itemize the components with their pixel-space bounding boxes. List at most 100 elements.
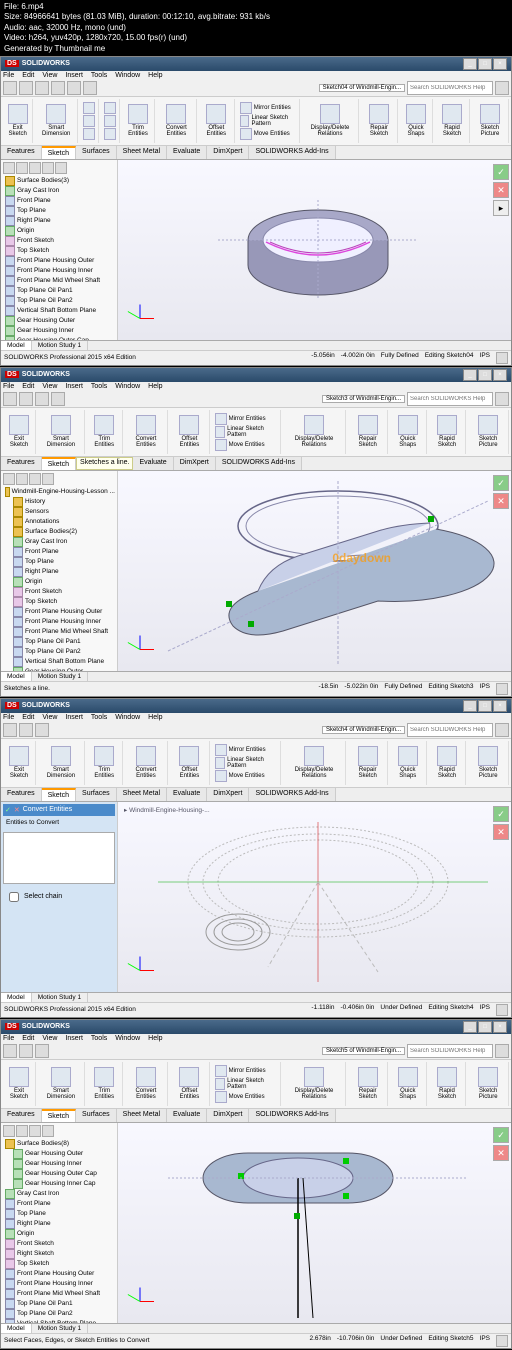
tree-icon[interactable] xyxy=(3,1125,15,1137)
tab-model[interactable]: Model xyxy=(1,341,32,350)
menu-tools[interactable]: Tools xyxy=(91,72,107,79)
tree-node[interactable]: Top Sketch xyxy=(3,246,115,256)
tab-motion[interactable]: Motion Study 1 xyxy=(32,672,88,681)
tree-node[interactable]: Front Plane xyxy=(3,1199,115,1209)
menu-insert[interactable]: Insert xyxy=(65,72,83,79)
tree-node[interactable]: Top Plane Oil Pan2 xyxy=(3,296,115,306)
tab-features[interactable]: Features xyxy=(1,1109,42,1122)
titlebar[interactable]: DS SOLIDWORKS _□× xyxy=(1,1020,511,1034)
search-input[interactable] xyxy=(407,1044,493,1058)
tree-node[interactable]: Surface Bodies(2) xyxy=(3,527,115,537)
tree-node[interactable]: Annotations xyxy=(3,517,115,527)
cancel-icon[interactable]: ✕ xyxy=(493,493,509,509)
menu-view[interactable]: View xyxy=(42,383,57,390)
tab-surfaces[interactable]: Surfaces xyxy=(76,788,117,801)
document-tab[interactable]: Sketch5 of Windmill-Engin... xyxy=(322,1047,405,1055)
exit-sketch-button[interactable]: Exit Sketch xyxy=(3,410,36,454)
menu-tools[interactable]: Tools xyxy=(91,714,107,721)
ok-icon[interactable]: ✓ xyxy=(5,806,11,814)
tree-node[interactable]: Gray Cast Iron xyxy=(3,537,115,547)
mirror-tool[interactable]: Mirror Entities xyxy=(215,744,266,756)
line-tool[interactable] xyxy=(83,102,95,114)
convert-button[interactable]: Convert Entities xyxy=(157,99,197,143)
menu-edit[interactable]: Edit xyxy=(22,1035,34,1042)
menu-file[interactable]: File xyxy=(3,72,14,79)
titlebar[interactable]: DS SOLIDWORKS _□× xyxy=(1,699,511,713)
close-button[interactable]: × xyxy=(493,369,507,381)
tree-node[interactable]: Gear Housing Outer Cap xyxy=(3,1169,115,1179)
move-tool[interactable]: Move Entities xyxy=(215,770,265,782)
display-relations-button[interactable]: Display/Delete Relations xyxy=(302,99,360,143)
tree-node[interactable]: Gear Housing Outer xyxy=(3,1149,115,1159)
viewport[interactable]: ▸ Windmill-Engine-Housing-... ✓✕ xyxy=(118,802,511,992)
tree-node[interactable]: Origin xyxy=(3,577,115,587)
tree-node[interactable]: Front Plane Mid Wheel Shaft xyxy=(3,627,115,637)
tab-model[interactable]: Model xyxy=(1,1324,32,1333)
tab-dimxpert[interactable]: DimXpert xyxy=(207,1109,249,1122)
toolbar-icon[interactable] xyxy=(19,723,33,737)
menu-help[interactable]: Help xyxy=(148,1035,162,1042)
menu-help[interactable]: Help xyxy=(148,714,162,721)
tree-node[interactable]: Top Plane Oil Pan2 xyxy=(3,1309,115,1319)
toolbar-icon[interactable] xyxy=(19,1044,33,1058)
convert-button[interactable]: Convert Entities xyxy=(125,741,169,785)
tab-dimxpert[interactable]: DimXpert xyxy=(174,457,216,470)
rapid-sketch-button[interactable]: Rapid Sketch xyxy=(429,1062,467,1106)
tab-addins[interactable]: SOLIDWORKS Add-Ins xyxy=(216,457,302,470)
linear-pattern-tool[interactable]: Linear Sketch Pattern xyxy=(215,1078,277,1090)
status-icon[interactable] xyxy=(496,1335,508,1347)
tree-icon[interactable] xyxy=(16,473,28,485)
tab-model[interactable]: Model xyxy=(1,993,32,1002)
linear-pattern-tool[interactable]: Linear Sketch Pattern xyxy=(240,115,296,127)
trim-button[interactable]: Trim Entities xyxy=(87,1062,123,1106)
linear-pattern-tool[interactable]: Linear Sketch Pattern xyxy=(215,426,277,438)
trim-button[interactable]: Trim Entities xyxy=(87,410,123,454)
tree-node[interactable]: Top Plane xyxy=(3,1209,115,1219)
tree-node[interactable]: Right Plane xyxy=(3,216,115,226)
tab-sheetmetal[interactable]: Sheet Metal xyxy=(117,1109,167,1122)
menu-help[interactable]: Help xyxy=(148,72,162,79)
menu-window[interactable]: Window xyxy=(115,72,140,79)
linear-pattern-tool[interactable]: Linear Sketch Pattern xyxy=(215,757,277,769)
toolbar-icon[interactable] xyxy=(3,723,17,737)
menu-edit[interactable]: Edit xyxy=(22,72,34,79)
tree-node[interactable]: Sensors xyxy=(3,507,115,517)
tree-icon[interactable] xyxy=(29,162,41,174)
tree-node[interactable]: Top Plane Oil Pan1 xyxy=(3,637,115,647)
print-icon[interactable] xyxy=(51,81,65,95)
status-icon[interactable] xyxy=(496,683,508,695)
tab-sheetmetal[interactable]: Sheet Metal xyxy=(117,788,167,801)
minimize-button[interactable]: _ xyxy=(463,58,477,70)
tab-motion[interactable]: Motion Study 1 xyxy=(32,341,88,350)
viewport[interactable]: ✓✕ xyxy=(118,1123,511,1323)
offset-button[interactable]: Offset Entities xyxy=(170,410,209,454)
confirm-icon[interactable]: ✓ xyxy=(493,475,509,491)
sketch-picture-button[interactable]: Sketch Picture xyxy=(468,741,509,785)
circle-tool[interactable] xyxy=(83,128,95,140)
document-tab[interactable]: Sketch4 of Windmill-Engin... xyxy=(322,726,405,734)
tree-node[interactable]: Vertical Shaft Bottom Plane xyxy=(3,657,115,667)
point-tool[interactable] xyxy=(104,128,116,140)
tree-node[interactable]: Front Plane Mid Wheel Shaft xyxy=(3,276,115,286)
menu-help[interactable]: Help xyxy=(148,383,162,390)
tree-node[interactable]: Front Plane Housing Outer xyxy=(3,607,115,617)
maximize-button[interactable]: □ xyxy=(478,369,492,381)
tree-node[interactable]: Surface Bodies(3) xyxy=(3,176,115,186)
status-icon[interactable] xyxy=(496,352,508,364)
menu-edit[interactable]: Edit xyxy=(22,383,34,390)
repair-button[interactable]: Repair Sketch xyxy=(361,99,397,143)
move-tool[interactable]: Move Entities xyxy=(215,439,265,451)
tab-features[interactable]: Features xyxy=(1,146,42,159)
rapid-sketch-button[interactable]: Rapid Sketch xyxy=(435,99,470,143)
tree-icon[interactable] xyxy=(42,473,54,485)
tree-icon[interactable] xyxy=(42,1125,54,1137)
toolbar-icon[interactable] xyxy=(35,392,49,406)
tab-dimxpert[interactable]: DimXpert xyxy=(207,146,249,159)
tab-features[interactable]: Features xyxy=(1,457,42,470)
cancel-icon[interactable]: ✕ xyxy=(493,1145,509,1161)
repair-button[interactable]: Repair Sketch xyxy=(348,741,388,785)
tree-node[interactable]: Vertical Shaft Bottom Plane xyxy=(3,1319,115,1323)
smart-dimension-button[interactable]: Smart Dimension xyxy=(38,1062,85,1106)
convert-button[interactable]: Convert Entities xyxy=(125,410,169,454)
tab-surfaces[interactable]: Surfaces xyxy=(76,146,117,159)
